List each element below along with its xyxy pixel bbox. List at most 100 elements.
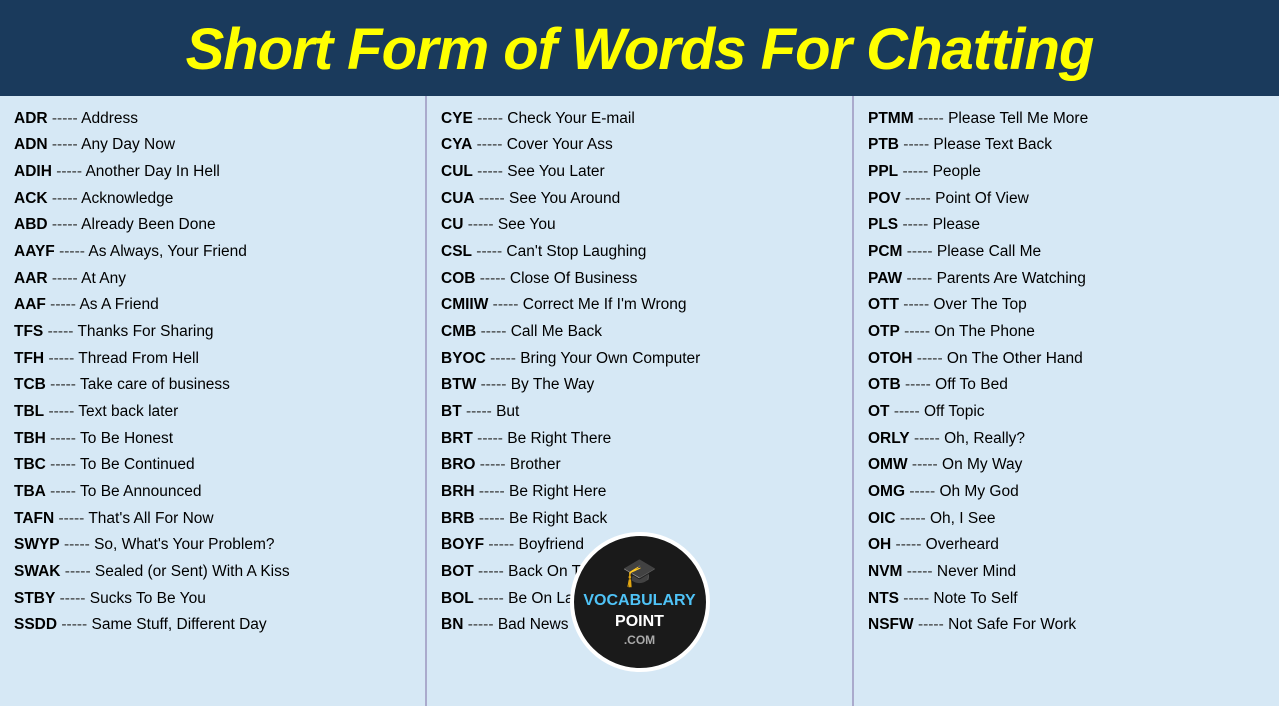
abbr-sep: ----- <box>902 243 936 260</box>
abbr-val: Parents Are Watching <box>937 270 1086 287</box>
abbr-val: Can't Stop Laughing <box>506 243 646 260</box>
abbr-key: BYOC <box>441 350 486 367</box>
abbr-sep: ----- <box>475 190 509 207</box>
abbr-sep: ----- <box>46 376 80 393</box>
abbr-sep: ----- <box>463 216 497 233</box>
abbr-val: Sealed (or Sent) With A Kiss <box>95 563 290 580</box>
abbr-val: Sucks To Be You <box>90 590 206 607</box>
abbr-sep: ----- <box>463 616 497 633</box>
abbr-key: AAR <box>14 270 48 287</box>
abbr-val: See You <box>498 216 556 233</box>
abbr-sep: ----- <box>900 323 934 340</box>
abbr-key: BOT <box>441 563 474 580</box>
abbr-val: As Always, Your Friend <box>88 243 247 260</box>
abbr-sep: ----- <box>48 190 82 207</box>
list-item: PTB ----- Please Text Back <box>868 132 1265 159</box>
abbr-key: TBH <box>14 430 46 447</box>
abbr-key: OTOH <box>868 350 913 367</box>
column-1: ADR ----- AddressADN ----- Any Day NowAD… <box>0 96 427 706</box>
list-item: BRO ----- Brother <box>441 452 838 479</box>
abbr-val: Oh, Really? <box>944 430 1025 447</box>
header: Short Form of Words For Chatting <box>0 0 1279 96</box>
list-item: CYE ----- Check Your E-mail <box>441 106 838 133</box>
abbr-key: BRB <box>441 510 475 527</box>
abbr-sep: ----- <box>46 296 80 313</box>
abbr-key: CUA <box>441 190 475 207</box>
abbr-val: On The Phone <box>934 323 1035 340</box>
list-item: STBY ----- Sucks To Be You <box>14 586 411 613</box>
abbr-sep: ----- <box>475 270 509 287</box>
abbr-key: TAFN <box>14 510 54 527</box>
abbr-val: Off To Bed <box>935 376 1008 393</box>
list-item: POV ----- Point Of View <box>868 186 1265 213</box>
abbr-sep: ----- <box>472 136 506 153</box>
abbr-key: OMG <box>868 483 905 500</box>
list-item: TCB ----- Take care of business <box>14 372 411 399</box>
abbr-sep: ----- <box>488 296 522 313</box>
abbr-val: By The Way <box>511 376 595 393</box>
watermark-line3: .COM <box>583 633 695 649</box>
abbr-key: ACK <box>14 190 48 207</box>
abbr-key: NTS <box>868 590 899 607</box>
abbr-val: On The Other Hand <box>947 350 1083 367</box>
list-item: OMW ----- On My Way <box>868 452 1265 479</box>
abbr-sep: ----- <box>914 110 948 127</box>
abbr-key: SWYP <box>14 536 60 553</box>
abbr-key: CUL <box>441 163 473 180</box>
abbr-val: Take care of business <box>80 376 230 393</box>
list-item: ADIH ----- Another Day In Hell <box>14 159 411 186</box>
list-item: BRB ----- Be Right Back <box>441 506 838 533</box>
abbr-key: SSDD <box>14 616 57 633</box>
list-item: NTS ----- Note To Self <box>868 586 1265 613</box>
abbr-key: PTMM <box>868 110 914 127</box>
abbr-val: Same Stuff, Different Day <box>92 616 267 633</box>
list-item: ACK ----- Acknowledge <box>14 186 411 213</box>
abbr-key: OH <box>868 536 891 553</box>
list-item: CYA ----- Cover Your Ass <box>441 132 838 159</box>
abbr-key: BN <box>441 616 463 633</box>
abbr-key: ADIH <box>14 163 52 180</box>
abbr-sep: ----- <box>44 403 78 420</box>
page-title: Short Form of Words For Chatting <box>20 18 1259 82</box>
abbr-sep: ----- <box>61 563 95 580</box>
abbr-sep: ----- <box>473 163 507 180</box>
abbr-val: Address <box>81 110 138 127</box>
list-item: OT ----- Off Topic <box>868 399 1265 426</box>
abbr-sep: ----- <box>908 456 942 473</box>
abbr-val: Off Topic <box>924 403 985 420</box>
abbr-val: To Be Continued <box>80 456 195 473</box>
list-item: ORLY ----- Oh, Really? <box>868 426 1265 453</box>
abbr-sep: ----- <box>476 376 510 393</box>
abbr-val: People <box>933 163 981 180</box>
abbr-key: TBA <box>14 483 46 500</box>
abbr-key: BTW <box>441 376 476 393</box>
abbr-key: BRO <box>441 456 475 473</box>
abbr-val: At Any <box>81 270 126 287</box>
abbr-val: Please Tell Me More <box>948 110 1088 127</box>
abbr-val: Not Safe For Work <box>948 616 1076 633</box>
abbr-sep: ----- <box>44 350 78 367</box>
abbr-sep: ----- <box>484 536 518 553</box>
abbr-sep: ----- <box>898 216 932 233</box>
abbr-key: TCB <box>14 376 46 393</box>
abbr-key: AAYF <box>14 243 55 260</box>
abbr-sep: ----- <box>48 270 82 287</box>
abbr-val: To Be Announced <box>80 483 202 500</box>
list-item: TFH ----- Thread From Hell <box>14 346 411 373</box>
abbr-sep: ----- <box>48 136 82 153</box>
abbr-key: CU <box>441 216 463 233</box>
list-item: AAYF ----- As Always, Your Friend <box>14 239 411 266</box>
list-item: PAW ----- Parents Are Watching <box>868 266 1265 293</box>
list-item: SWYP ----- So, What's Your Problem? <box>14 532 411 559</box>
abbr-val: So, What's Your Problem? <box>94 536 274 553</box>
abbr-sep: ----- <box>891 536 925 553</box>
abbr-sep: ----- <box>476 323 510 340</box>
abbr-val: Any Day Now <box>81 136 175 153</box>
abbr-sep: ----- <box>55 243 89 260</box>
abbr-key: STBY <box>14 590 55 607</box>
list-item: OIC ----- Oh, I See <box>868 506 1265 533</box>
abbr-sep: ----- <box>902 563 936 580</box>
watermark-logo: 🎓 VOCABULARY POINT .COM <box>570 532 710 672</box>
abbr-val: Close Of Business <box>510 270 638 287</box>
abbr-val: Acknowledge <box>81 190 173 207</box>
